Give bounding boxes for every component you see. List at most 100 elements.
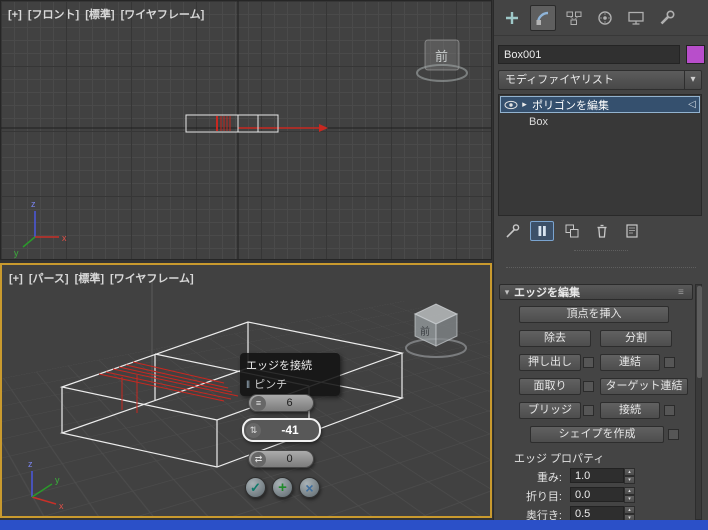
front-axis-y-label: y (14, 248, 19, 258)
caddy-segments-value[interactable]: 6 (266, 397, 313, 409)
caddy-pinch-value[interactable]: -41 (261, 423, 319, 437)
viewport-view-menu[interactable]: [フロント] (28, 9, 79, 21)
object-color-swatch[interactable] (686, 45, 705, 64)
visibility-eye-icon[interactable] (503, 98, 519, 112)
viewport-perspective-label: [+] [パース] [標準] [ワイヤフレーム] (9, 270, 197, 286)
viewcube-icon: 前 (402, 295, 470, 361)
target-weld-button[interactable]: ターゲット連結 (600, 378, 688, 395)
depth-spinner[interactable]: ▴ ▾ (624, 506, 635, 520)
depth-field[interactable]: 0.5 (570, 506, 624, 520)
viewport-style-menu[interactable]: [ワイヤフレーム] (121, 9, 205, 21)
make-unique-button[interactable] (560, 221, 584, 241)
caddy-apply-button[interactable]: + (272, 477, 293, 498)
bridge-button[interactable]: ブリッジ (519, 402, 581, 419)
weight-field[interactable]: 1.0 (570, 468, 624, 483)
utilities-icon (658, 9, 676, 27)
crease-spinner[interactable]: ▴ ▾ (624, 487, 635, 502)
viewport-front[interactable]: z x y [+] [フロント] [標準] [ワイヤフレーム] 前 (0, 0, 492, 260)
scrollbar-thumb[interactable] (697, 286, 702, 378)
viewport-perspective[interactable]: z x y [+] [パース] [標準] [ワイヤフレーム] 前 エッジを接続 (0, 263, 492, 518)
tab-utilities[interactable] (654, 5, 680, 31)
spinner-down-icon[interactable]: ▾ (624, 476, 635, 484)
rollout-edit-edges-header[interactable]: ▾ エッジを編集 ≡ (499, 284, 693, 300)
gizmo-front-face-label[interactable]: 前 (435, 46, 448, 65)
viewport-view-menu[interactable]: [パース] (29, 273, 69, 285)
tab-hierarchy[interactable] (561, 5, 587, 31)
crease-field[interactable]: 0.0 (570, 487, 624, 502)
front-axis-x-label: x (62, 233, 67, 243)
caddy-cancel-button[interactable]: × (299, 477, 320, 498)
tab-motion[interactable] (592, 5, 618, 31)
stack-toolbar (500, 220, 650, 242)
caddy-ok-button[interactable]: ✓ (245, 477, 266, 498)
pin-stack-icon[interactable]: ◁ (685, 99, 699, 110)
insert-vertex-button[interactable]: 頂点を挿入 (519, 306, 669, 323)
command-panel: Box001 モディファイヤリスト ▾ ▸ ポリゴンを編集 ◁ Box (493, 0, 708, 520)
show-end-result-button[interactable] (530, 221, 554, 241)
viewport-menu-button[interactable]: [+] (8, 9, 22, 21)
caddy-segments-spinner[interactable]: ≡ 6 (248, 394, 314, 412)
modifier-name[interactable]: ポリゴンを編集 (530, 97, 685, 113)
viewport-shading-menu[interactable]: [標準] (75, 273, 104, 285)
bridge-settings-button[interactable] (583, 405, 594, 416)
tab-display[interactable] (623, 5, 649, 31)
pinch-icon: ‖ (246, 380, 250, 391)
hierarchy-icon (565, 9, 583, 27)
create-shape-button[interactable]: シェイプを作成 (530, 426, 664, 443)
depth-label: 奥行き: (504, 507, 562, 520)
segments-icon: ≡ (251, 396, 266, 411)
configure-modifier-sets-button[interactable] (620, 221, 644, 241)
chamfer-settings-button[interactable] (583, 381, 594, 392)
object-name-field[interactable]: Box001 (498, 45, 680, 64)
rollout-area-divider[interactable] (506, 267, 696, 268)
modify-icon (534, 9, 552, 27)
viewport-style-menu[interactable]: [ワイヤフレーム] (110, 273, 194, 285)
connect-button[interactable]: 接続 (600, 402, 660, 419)
pin-stack-button[interactable] (500, 221, 524, 241)
front-axis-z-label: z (31, 199, 36, 209)
viewcube[interactable]: 前 (402, 295, 470, 361)
show-end-result-icon (534, 223, 550, 239)
status-strip (0, 520, 708, 530)
chamfer-button[interactable]: 面取り (519, 378, 581, 395)
viewcube-front-face-label[interactable]: 前 (420, 325, 430, 338)
expand-subobjects-icon[interactable]: ▸ (519, 99, 530, 110)
caddy-tooltip: エッジを接続 ‖ピンチ (240, 353, 340, 396)
extrude-button[interactable]: 押し出し (519, 354, 581, 371)
create-icon (503, 9, 521, 27)
spinner-up-icon[interactable]: ▴ (624, 487, 635, 495)
panel-splitter-handle[interactable] (574, 250, 628, 251)
caddy-pinch-spinner[interactable]: ⇅ -41 (242, 418, 321, 442)
spinner-up-icon[interactable]: ▴ (624, 506, 635, 514)
create-shape-settings-button[interactable] (668, 429, 679, 440)
viewport-shading-menu[interactable]: [標準] (85, 9, 114, 21)
connect-settings-button[interactable] (664, 405, 675, 416)
view-rotation-gizmo[interactable]: 前 (415, 37, 471, 85)
make-unique-icon (563, 222, 581, 240)
tab-create[interactable] (499, 5, 525, 31)
modifier-list-dropdown[interactable]: モディファイヤリスト ▾ (498, 70, 702, 90)
persp-axis-x-label: x (59, 501, 64, 511)
viewport-menu-button[interactable]: [+] (9, 273, 23, 285)
display-icon (627, 9, 645, 27)
remove-button[interactable]: 除去 (519, 330, 591, 347)
caddy-slide-spinner[interactable]: ⇄ 0 (248, 450, 314, 468)
split-button[interactable]: 分割 (600, 330, 672, 347)
crease-label: 折り目: (504, 488, 562, 504)
stack-row-base-object[interactable]: Box (499, 114, 701, 130)
remove-modifier-button[interactable] (590, 221, 614, 241)
extrude-settings-button[interactable] (583, 357, 594, 368)
command-panel-tabs (494, 0, 708, 36)
rollout-collapse-icon: ▾ (500, 287, 514, 298)
spinner-up-icon[interactable]: ▴ (624, 468, 635, 476)
modifier-stack: ▸ ポリゴンを編集 ◁ Box (498, 94, 702, 216)
stack-row-edit-poly[interactable]: ▸ ポリゴンを編集 ◁ (500, 96, 700, 113)
weld-settings-button[interactable] (664, 357, 675, 368)
tab-modify[interactable] (530, 5, 556, 31)
weld-button[interactable]: 連結 (600, 354, 660, 371)
persp-axis-z-label: z (28, 459, 33, 469)
weight-spinner[interactable]: ▴ ▾ (624, 468, 635, 483)
rollout-scrollbar[interactable] (695, 284, 702, 520)
spinner-down-icon[interactable]: ▾ (624, 495, 635, 503)
caddy-slide-value[interactable]: 0 (266, 453, 313, 465)
